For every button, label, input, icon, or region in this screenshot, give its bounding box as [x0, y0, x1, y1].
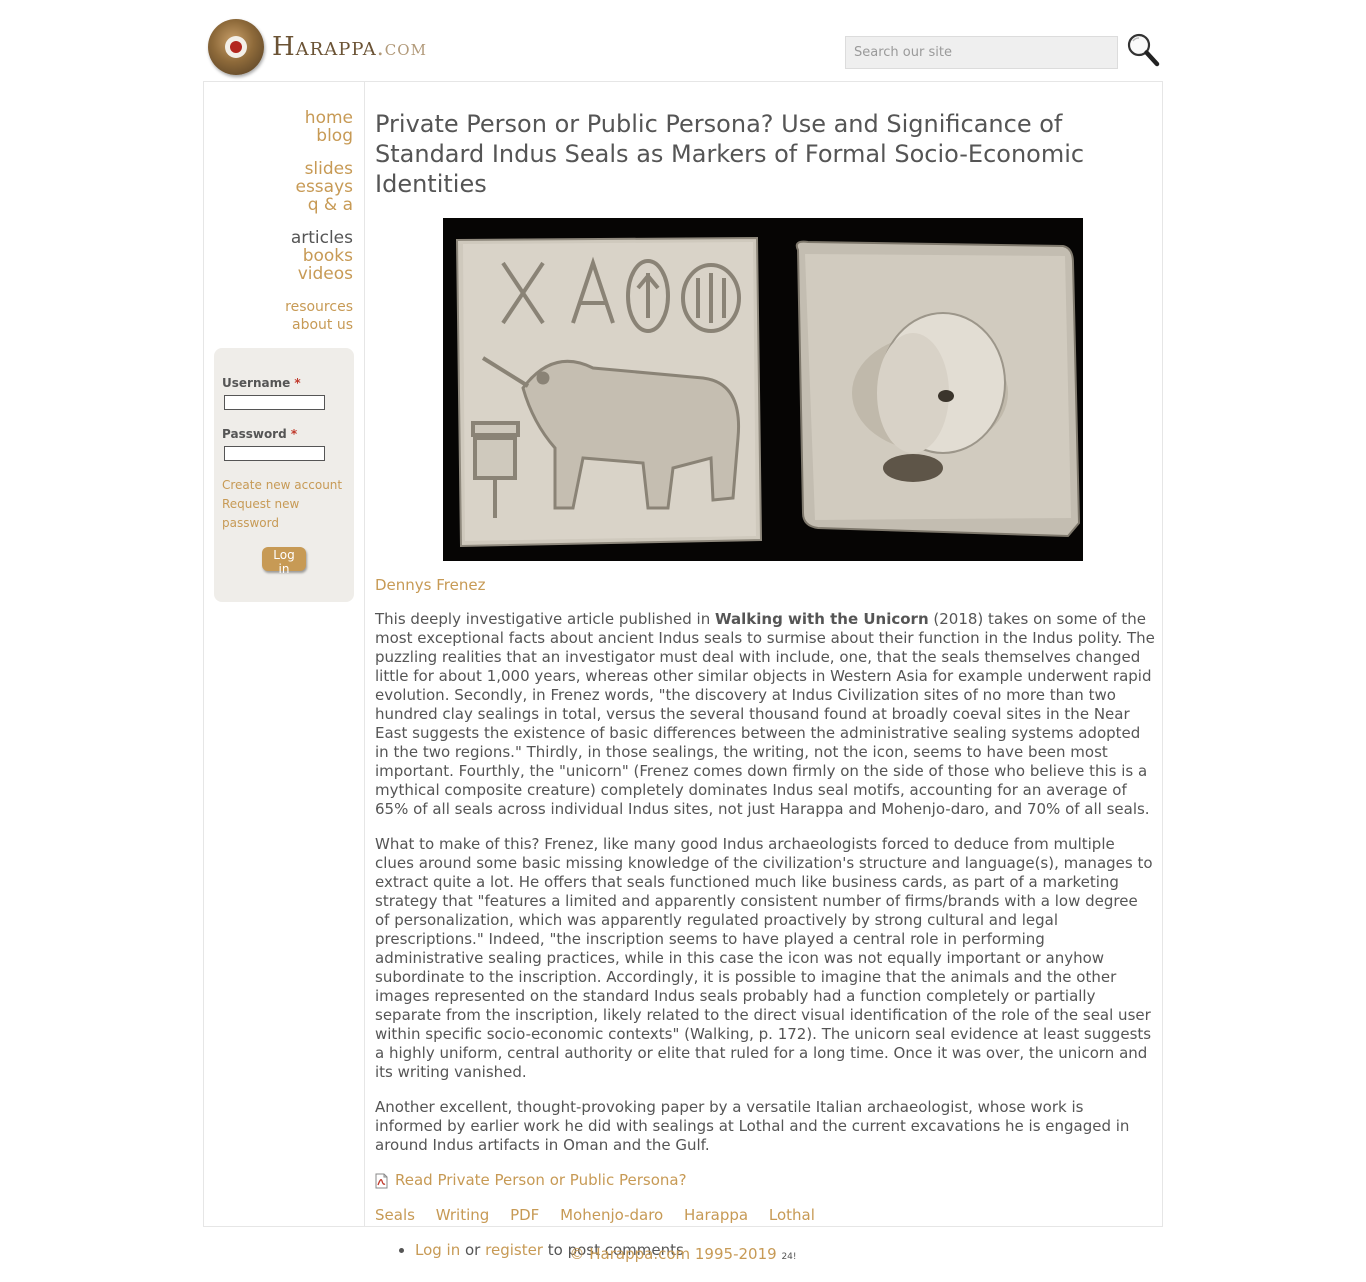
author-link[interactable]: Dennys Frenez	[375, 576, 1155, 595]
nav-essays[interactable]: essays	[295, 178, 353, 196]
nav-group-info: resources about us	[285, 298, 353, 334]
nav-videos[interactable]: videos	[291, 265, 353, 283]
page-title: Private Person or Public Persona? Use an…	[375, 110, 1085, 198]
password-field[interactable]	[224, 446, 325, 461]
logo-main-text: Harappa	[272, 32, 377, 62]
p1-after: (2018) takes on some of the most excepti…	[375, 610, 1155, 818]
required-mark: *	[290, 427, 298, 441]
footer-small-text: 24!	[781, 1252, 797, 1262]
nav-books[interactable]: books	[291, 247, 353, 265]
password-label-text: Password	[222, 427, 287, 441]
tag-link[interactable]: Mohenjo-daro	[560, 1206, 663, 1224]
nav-about-us[interactable]: about us	[285, 316, 353, 334]
pdf-download: Read Private Person or Public Persona?	[375, 1171, 1155, 1190]
login-button[interactable]: Log in	[262, 547, 306, 576]
search-button[interactable]	[1126, 32, 1160, 68]
search-input[interactable]	[845, 36, 1118, 69]
tag-link[interactable]: Writing	[436, 1206, 490, 1224]
request-password-line1: Request new	[222, 497, 300, 511]
seal-disc-icon	[208, 19, 264, 75]
login-form: Username * Password * Create new account…	[214, 348, 354, 602]
tag-link[interactable]: Harappa	[684, 1206, 748, 1224]
nav-slides[interactable]: slides	[295, 160, 353, 178]
footer: © Harappa.com 1995-2019 24!	[0, 1245, 1366, 1263]
create-account-link[interactable]: Create new account	[222, 476, 346, 495]
p1-before: This deeply investigative article publis…	[375, 610, 715, 628]
username-label: Username *	[222, 376, 346, 390]
book-title: Walking with the Unicorn	[715, 610, 929, 628]
article-paragraph: This deeply investigative article publis…	[375, 610, 1155, 819]
username-label-text: Username	[222, 376, 291, 390]
main-content: Private Person or Public Persona? Use an…	[375, 82, 1155, 1260]
site-logo-link[interactable]: Harappa.com	[208, 18, 427, 76]
nav-blog[interactable]: blog	[305, 127, 353, 145]
magnifier-icon	[1127, 33, 1160, 67]
site-header: Harappa.com	[204, 14, 1162, 80]
nav-group-main: home blog	[305, 109, 353, 145]
nav-group-content: slides essays q & a	[295, 160, 353, 214]
nav-qa[interactable]: q & a	[295, 196, 353, 214]
sidebar: home blog slides essays q & a articles b…	[204, 82, 365, 1226]
nav-resources[interactable]: resources	[285, 298, 353, 316]
username-field[interactable]	[224, 395, 325, 410]
request-password-link[interactable]: Request new password	[222, 495, 346, 533]
tag-link[interactable]: PDF	[510, 1206, 539, 1224]
article-paragraph: Another excellent, thought-provoking pap…	[375, 1098, 1130, 1154]
tag-list: Seals Writing PDF Mohenjo-daro Harappa L…	[375, 1206, 1155, 1225]
article-paragraph: What to make of this? Frenez, like many …	[375, 835, 1153, 1081]
nav-articles[interactable]: articles	[291, 229, 353, 247]
nav-group-media: articles books videos	[291, 229, 353, 283]
login-links: Create new account Request new password	[222, 476, 346, 533]
required-mark: *	[294, 376, 301, 390]
copyright-text: © Harappa.com 1995-2019	[569, 1245, 777, 1263]
tag-link[interactable]: Seals	[375, 1206, 415, 1224]
page-frame: home blog slides essays q & a articles b…	[203, 81, 1163, 1259]
password-label: Password *	[222, 427, 346, 441]
request-password-line2: password	[222, 516, 279, 530]
site-logo-text: Harappa.com	[272, 32, 427, 62]
logo-com-text: .com	[376, 36, 427, 61]
pdf-file-icon	[375, 1173, 388, 1188]
pdf-link[interactable]: Read Private Person or Public Persona?	[395, 1171, 687, 1190]
seal-image	[443, 218, 1083, 561]
nav-home[interactable]: home	[305, 109, 353, 127]
tag-link[interactable]: Lothal	[769, 1206, 815, 1224]
